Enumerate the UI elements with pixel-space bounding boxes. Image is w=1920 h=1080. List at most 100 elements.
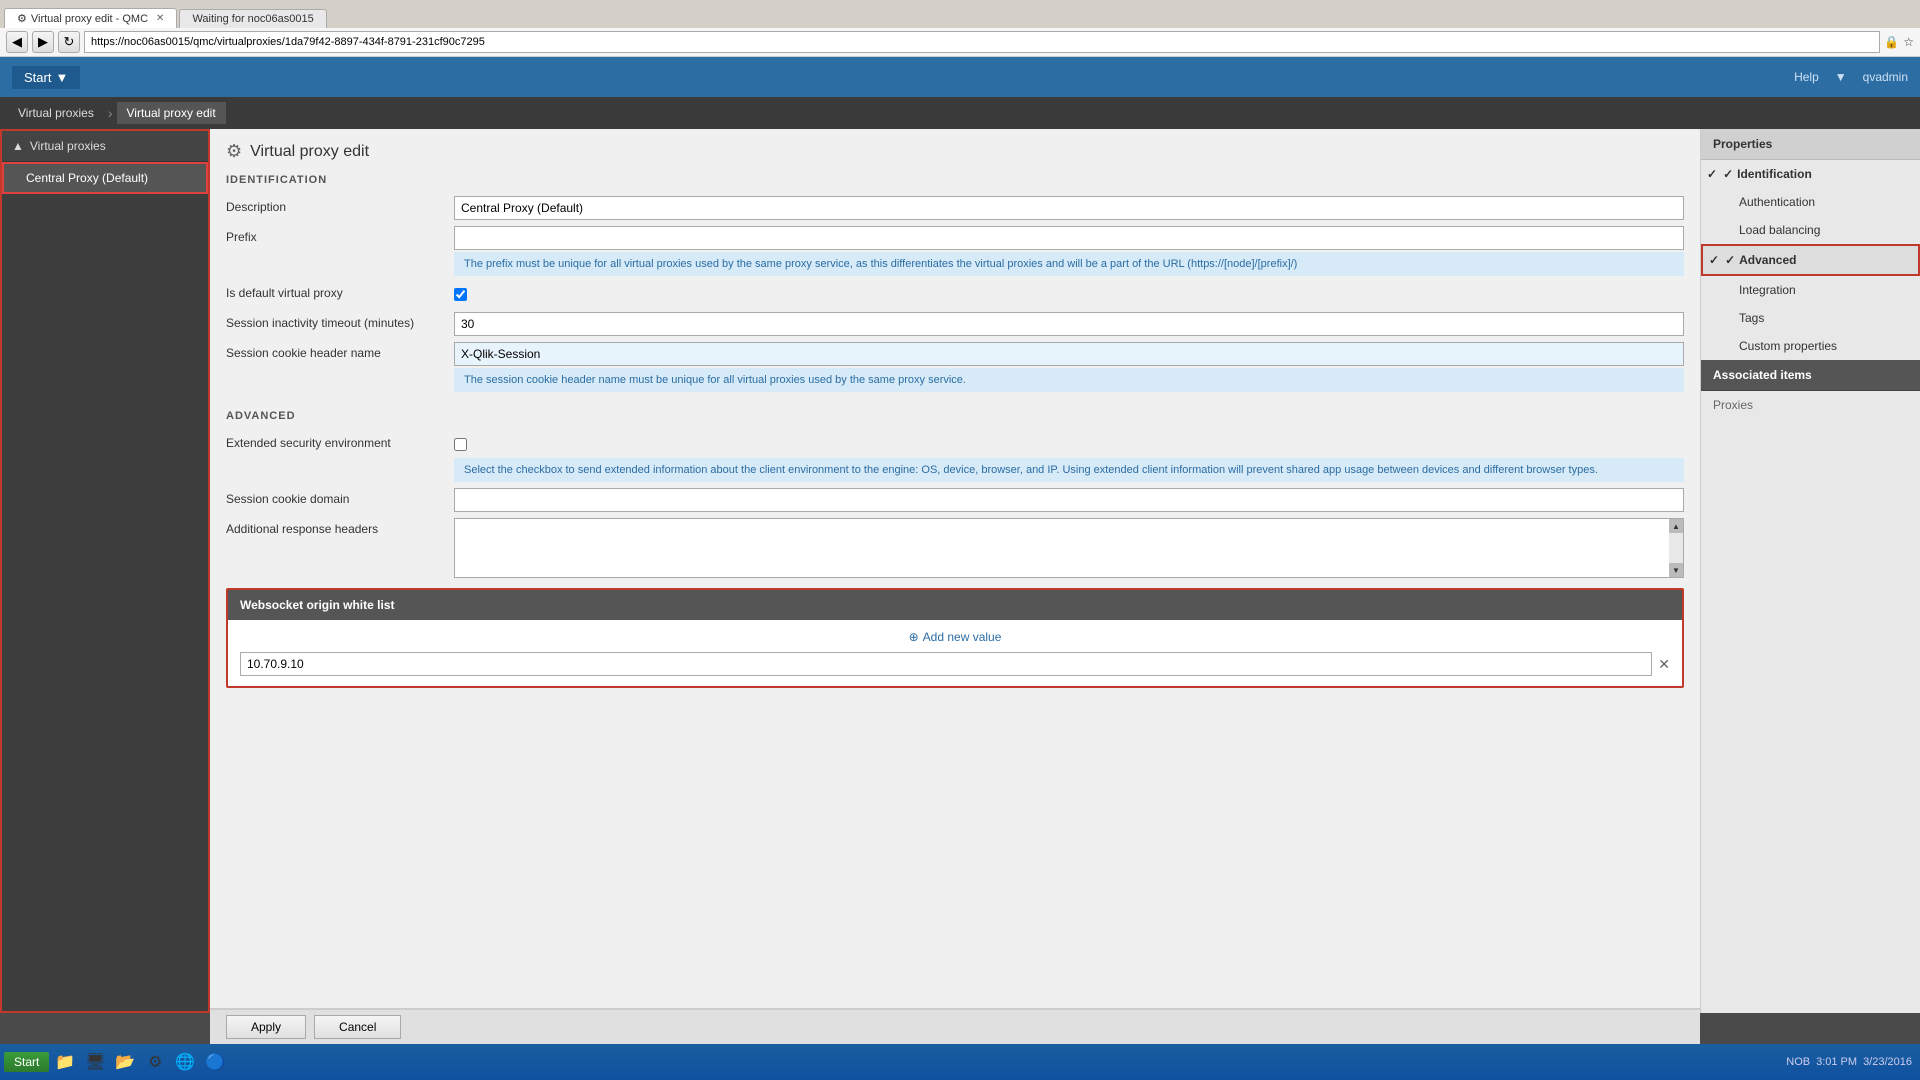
start-label: Start [24,70,51,85]
taskbar-folder-icon[interactable]: 📂 [111,1048,139,1076]
session-timeout-label: Session inactivity timeout (minutes) [226,312,446,330]
session-cookie-domain-input[interactable] [454,488,1684,512]
is-default-row: Is default virtual proxy [226,282,1684,306]
refresh-button[interactable]: ↻ [58,31,80,53]
breadcrumb-virtual-proxies[interactable]: Virtual proxies [8,102,104,124]
waiting-tab-label: Waiting for noc06as0015 [192,13,313,25]
browser-tab-bar: ⚙ Virtual proxy edit - QMC ✕ Waiting for… [0,0,1920,28]
prefix-input[interactable] [454,226,1684,250]
sidebar: ▲ Virtual proxies Central Proxy (Default… [0,129,210,1013]
extended-security-control: Select the checkbox to send extended inf… [454,432,1684,482]
taskbar-language: NOB [1786,1056,1810,1068]
taskbar-ie-icon[interactable]: 🔵 [201,1048,229,1076]
is-default-control [454,282,1684,306]
address-bar-row: ◀ ▶ ↻ 🔒 ☆ [0,28,1920,57]
scrollbar-up-btn[interactable]: ▲ [1669,519,1683,533]
prop-load-balancing[interactable]: Load balancing [1701,216,1920,244]
associated-proxies[interactable]: Proxies [1701,391,1920,419]
app-header-right: Help ▼ qvadmin [1794,70,1908,84]
prop-authentication[interactable]: Authentication [1701,188,1920,216]
forward-button[interactable]: ▶ [32,31,54,53]
additional-headers-textarea[interactable] [455,519,1683,577]
taskbar-chrome-icon[interactable]: 🌐 [171,1048,199,1076]
advanced-checkmark: ✓ [1725,253,1735,267]
session-cookie-control: The session cookie header name must be u… [454,342,1684,392]
main-layout: ▲ Virtual proxies Central Proxy (Default… [0,129,1920,1013]
help-label[interactable]: Help [1794,70,1819,84]
taskbar-date: 3/23/2016 [1863,1056,1912,1068]
sidebar-collapse-icon: ▲ [12,139,24,153]
add-new-value-button[interactable]: ⊕ Add new value [240,630,1670,644]
page-title: Virtual proxy edit [250,143,369,161]
start-chevron-icon: ▼ [55,70,68,85]
prefix-row: Prefix The prefix must be unique for all… [226,226,1684,276]
windows-start-button[interactable]: Start [4,1052,49,1072]
websocket-remove-icon[interactable]: ✕ [1658,656,1670,673]
load-balancing-label: Load balancing [1723,223,1820,237]
is-default-checkbox[interactable] [454,288,467,301]
websocket-header: Websocket origin white list [228,590,1682,620]
identification-checkmark: ✓ [1723,167,1733,181]
footer-bar: Apply Cancel [210,1008,1700,1044]
browser-tab-waiting[interactable]: Waiting for noc06as0015 [179,9,326,28]
start-button[interactable]: Start ▼ [12,66,80,89]
sidebar-section-label: Virtual proxies [30,139,106,153]
advanced-label: Advanced [1739,253,1796,267]
help-chevron-icon: ▼ [1835,70,1847,84]
additional-headers-scrollbar[interactable]: ▲ ▼ [1669,519,1683,577]
extended-security-row: Extended security environment Select the… [226,432,1684,482]
session-timeout-row: Session inactivity timeout (minutes) [226,312,1684,336]
prop-integration[interactable]: Integration [1701,276,1920,304]
session-timeout-input[interactable] [454,312,1684,336]
extended-security-hint: Select the checkbox to send extended inf… [454,458,1684,482]
browser-window: ⚙ Virtual proxy edit - QMC ✕ Waiting for… [0,0,1920,57]
lock-icon: 🔒 [1884,35,1899,49]
app-header: Start ▼ Help ▼ qvadmin [0,57,1920,97]
session-cookie-domain-row: Session cookie domain [226,488,1684,512]
is-default-label: Is default virtual proxy [226,282,446,300]
prop-advanced[interactable]: ✓ Advanced [1701,244,1920,276]
prop-custom-properties[interactable]: Custom properties [1701,332,1920,360]
user-label[interactable]: qvadmin [1863,70,1908,84]
content-area: ⚙ Virtual proxy edit IDENTIFICATION Desc… [210,129,1700,1013]
websocket-entry-row: ✕ [240,652,1670,676]
taskbar-settings-icon[interactable]: ⚙ [141,1048,169,1076]
app-header-left: Start ▼ [12,66,80,89]
prop-tags[interactable]: Tags [1701,304,1920,332]
tab-close-icon[interactable]: ✕ [156,13,164,24]
cancel-button[interactable]: Cancel [314,1015,401,1039]
star-icon[interactable]: ☆ [1903,35,1914,49]
extended-security-checkbox[interactable] [454,438,467,451]
identification-section-header: IDENTIFICATION [226,170,1684,186]
back-button[interactable]: ◀ [6,31,28,53]
breadcrumb-separator: › [108,105,113,121]
sidebar-section-header[interactable]: ▲ Virtual proxies [2,131,208,162]
apply-button[interactable]: Apply [226,1015,306,1039]
taskbar-right: NOB 3:01 PM 3/23/2016 [1786,1056,1916,1068]
prefix-label: Prefix [226,226,446,244]
description-label: Description [226,196,446,214]
websocket-section: Websocket origin white list ⊕ Add new va… [226,588,1684,688]
taskbar-file-manager-icon[interactable]: 📁 [51,1048,79,1076]
prop-identification[interactable]: ✓ Identification [1701,160,1920,188]
extended-security-label: Extended security environment [226,432,446,450]
advanced-section-header: ADVANCED [226,406,1684,422]
description-input[interactable] [454,196,1684,220]
integration-label: Integration [1723,283,1796,297]
taskbar-left: Start 📁 🖥 📂 ⚙ 🌐 🔵 [4,1048,229,1076]
taskbar-terminal-icon[interactable]: 🖥 [81,1048,109,1076]
websocket-entry-input[interactable] [240,652,1652,676]
authentication-label: Authentication [1723,195,1815,209]
prefix-control: The prefix must be unique for all virtua… [454,226,1684,276]
address-input[interactable] [84,31,1880,53]
scrollbar-down-btn[interactable]: ▼ [1669,563,1683,577]
additional-headers-row: Additional response headers ▲ ▼ [226,518,1684,578]
session-cookie-row: Session cookie header name The session c… [226,342,1684,392]
session-cookie-domain-label: Session cookie domain [226,488,446,506]
sidebar-item-central-proxy[interactable]: Central Proxy (Default) [2,162,208,194]
breadcrumb-virtual-proxy-edit: Virtual proxy edit [117,102,226,124]
session-cookie-domain-control [454,488,1684,512]
browser-tab-active[interactable]: ⚙ Virtual proxy edit - QMC ✕ [4,8,177,28]
session-cookie-input[interactable] [454,342,1684,366]
tab-icon: ⚙ [17,12,27,25]
